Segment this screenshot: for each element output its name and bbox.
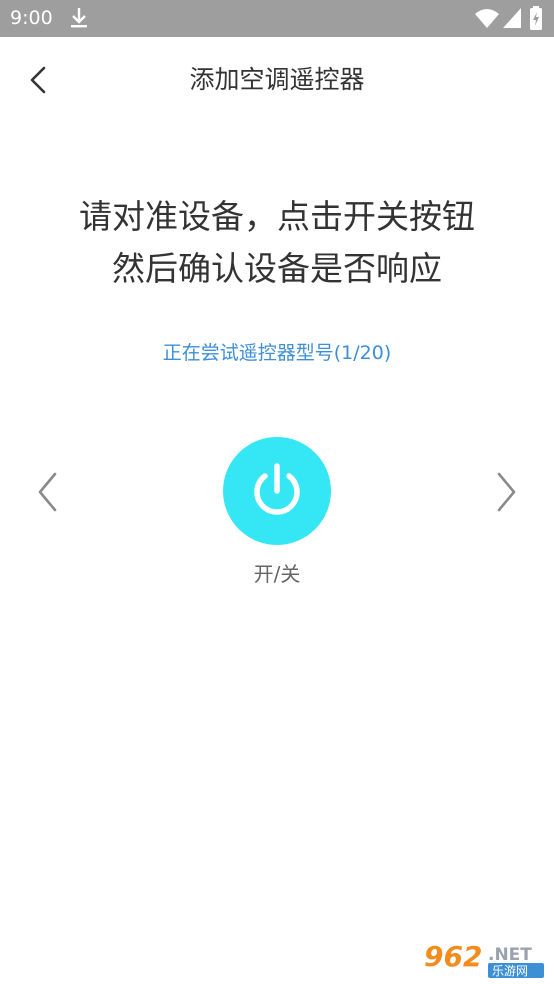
status-time: 9:00 — [10, 7, 53, 29]
power-icon — [254, 463, 300, 515]
power-button[interactable] — [223, 437, 331, 545]
battery-icon — [530, 6, 542, 30]
previous-model-button[interactable] — [36, 470, 60, 514]
download-icon — [71, 8, 87, 28]
page-title: 添加空调遥控器 — [189, 65, 365, 94]
svg-text:.NET: .NET — [488, 945, 532, 965]
svg-text:962: 962 — [424, 940, 482, 973]
instruction-line-2: 然后确认设备是否响应 — [112, 249, 442, 288]
status-bar: 9:00 — [0, 0, 554, 37]
watermark-logo: 962 .NET 乐游网 — [420, 936, 548, 980]
next-model-button[interactable] — [494, 470, 518, 514]
signal-icon — [503, 8, 521, 28]
chevron-left-icon — [38, 472, 57, 512]
instruction-line-1: 请对准设备，点击开关按钮 — [79, 197, 475, 236]
power-label: 开/关 — [253, 562, 301, 586]
svg-text:乐游网: 乐游网 — [492, 964, 528, 978]
wifi-icon — [475, 9, 499, 28]
chevron-right-icon — [497, 472, 516, 512]
model-status-text: 正在尝试遥控器型号(1/20) — [162, 342, 392, 364]
